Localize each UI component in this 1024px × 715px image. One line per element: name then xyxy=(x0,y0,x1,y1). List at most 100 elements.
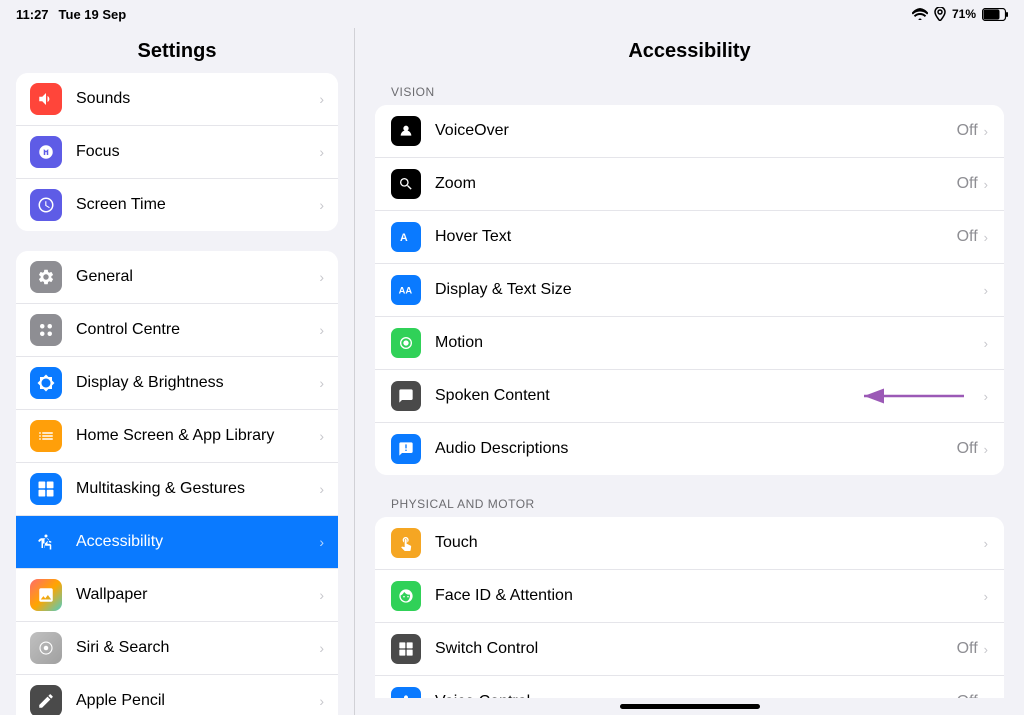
hover-text-value: Off xyxy=(957,228,978,246)
hover-text-icon: A xyxy=(391,222,421,252)
zoom-chevron: › xyxy=(984,177,988,192)
battery-percent: 71% xyxy=(952,7,976,21)
sidebar-title: Settings xyxy=(0,28,354,73)
date-display: Tue 19 Sep xyxy=(59,7,127,22)
voice-control-value: Off xyxy=(957,693,978,698)
right-scroll[interactable]: VISION VoiceOver Off › Zoom Off › xyxy=(355,71,1024,698)
physical-motor-section-label: PHYSICAL AND MOTOR xyxy=(375,483,1004,517)
voiceover-icon xyxy=(391,116,421,146)
voice-control-item[interactable]: Voice Control Off › xyxy=(375,676,1004,698)
time-display: 11:27 xyxy=(16,7,49,22)
spoken-content-chevron: › xyxy=(984,389,988,404)
settings-group-2: General › Control Centre › Display & Bri… xyxy=(16,251,338,715)
location-icon xyxy=(934,7,946,21)
sidebar-item-general[interactable]: General › xyxy=(16,251,338,304)
vision-section-label: VISION xyxy=(375,71,1004,105)
touch-label: Touch xyxy=(435,534,978,552)
wifi-icon xyxy=(912,8,928,20)
voice-control-label: Voice Control xyxy=(435,693,957,698)
voiceover-item[interactable]: VoiceOver Off › xyxy=(375,105,1004,158)
settings-group-1: Sounds › Focus › Screen Time › xyxy=(16,73,338,231)
voice-control-icon xyxy=(391,687,421,698)
control-centre-label: Control Centre xyxy=(76,321,319,339)
sidebar-item-control-centre[interactable]: Control Centre › xyxy=(16,304,338,357)
sidebar-item-focus[interactable]: Focus › xyxy=(16,126,338,179)
accessibility-icon xyxy=(30,526,62,558)
zoom-value: Off xyxy=(957,175,978,193)
audio-descriptions-item[interactable]: Audio Descriptions Off › xyxy=(375,423,1004,475)
audio-descriptions-chevron: › xyxy=(984,442,988,457)
hover-text-item[interactable]: A Hover Text Off › xyxy=(375,211,1004,264)
motion-chevron: › xyxy=(984,336,988,351)
motion-icon xyxy=(391,328,421,358)
spoken-content-item[interactable]: Spoken Content › xyxy=(375,370,1004,423)
focus-icon xyxy=(30,136,62,168)
motion-item[interactable]: Motion › xyxy=(375,317,1004,370)
touch-icon xyxy=(391,528,421,558)
main-layout: Settings Sounds › Focus › xyxy=(0,28,1024,715)
physical-motor-list-group: Touch › Face ID & Attention › xyxy=(375,517,1004,698)
touch-item[interactable]: Touch › xyxy=(375,517,1004,570)
hover-text-label: Hover Text xyxy=(435,228,957,246)
switch-control-label: Switch Control xyxy=(435,640,957,658)
svg-text:A: A xyxy=(400,232,408,244)
display-text-size-label: Display & Text Size xyxy=(435,281,978,299)
touch-chevron: › xyxy=(984,536,988,551)
sidebar-scroll[interactable]: Sounds › Focus › Screen Time › xyxy=(0,73,354,715)
sidebar-item-display-brightness[interactable]: Display & Brightness › xyxy=(16,357,338,410)
sidebar-item-screen-time[interactable]: Screen Time › xyxy=(16,179,338,231)
apple-pencil-label: Apple Pencil xyxy=(76,692,319,710)
general-chevron: › xyxy=(319,269,324,285)
display-text-size-chevron: › xyxy=(984,283,988,298)
siri-search-label: Siri & Search xyxy=(76,639,319,657)
home-indicator xyxy=(620,704,760,709)
face-id-attention-chevron: › xyxy=(984,589,988,604)
audio-descriptions-icon xyxy=(391,434,421,464)
switch-control-value: Off xyxy=(957,640,978,658)
home-screen-chevron: › xyxy=(319,428,324,444)
control-centre-chevron: › xyxy=(319,322,324,338)
screen-time-icon xyxy=(30,189,62,221)
status-bar-left: 11:27 Tue 19 Sep xyxy=(16,7,126,22)
accessibility-chevron: › xyxy=(319,534,324,550)
control-centre-icon xyxy=(30,314,62,346)
sidebar-item-sounds[interactable]: Sounds › xyxy=(16,73,338,126)
face-id-attention-item[interactable]: Face ID & Attention › xyxy=(375,570,1004,623)
right-panel: Accessibility VISION VoiceOver Off › xyxy=(355,28,1024,715)
status-bar-right: 71% xyxy=(912,7,1008,21)
sidebar-item-wallpaper[interactable]: Wallpaper › xyxy=(16,569,338,622)
sounds-label: Sounds xyxy=(76,90,319,108)
screen-time-chevron: › xyxy=(319,197,324,213)
switch-control-item[interactable]: Switch Control Off › xyxy=(375,623,1004,676)
sidebar-item-accessibility[interactable]: Accessibility › xyxy=(16,516,338,569)
apple-pencil-icon xyxy=(30,685,62,715)
status-bar: 11:27 Tue 19 Sep 71% xyxy=(0,0,1024,28)
focus-label: Focus xyxy=(76,143,319,161)
zoom-icon xyxy=(391,169,421,199)
vision-list-group: VoiceOver Off › Zoom Off › A Hove xyxy=(375,105,1004,475)
wallpaper-label: Wallpaper xyxy=(76,586,319,604)
multitasking-chevron: › xyxy=(319,481,324,497)
sounds-chevron: › xyxy=(319,91,324,107)
display-text-size-icon: AA xyxy=(391,275,421,305)
svg-text:AA: AA xyxy=(399,285,413,295)
zoom-label: Zoom xyxy=(435,175,957,193)
sidebar-item-siri-search[interactable]: Siri & Search › xyxy=(16,622,338,675)
face-id-attention-label: Face ID & Attention xyxy=(435,587,978,605)
general-icon xyxy=(30,261,62,293)
wallpaper-icon xyxy=(30,579,62,611)
sidebar-item-multitasking[interactable]: Multitasking & Gestures › xyxy=(16,463,338,516)
screen-time-label: Screen Time xyxy=(76,196,319,214)
voice-control-chevron: › xyxy=(984,695,988,699)
display-text-size-item[interactable]: AA Display & Text Size › xyxy=(375,264,1004,317)
multitasking-label: Multitasking & Gestures xyxy=(76,480,319,498)
spoken-content-label: Spoken Content xyxy=(435,387,978,405)
battery-icon xyxy=(982,8,1008,21)
sidebar-item-apple-pencil[interactable]: Apple Pencil › xyxy=(16,675,338,715)
sidebar: Settings Sounds › Focus › xyxy=(0,28,355,715)
display-brightness-label: Display & Brightness xyxy=(76,374,319,392)
zoom-item[interactable]: Zoom Off › xyxy=(375,158,1004,211)
sidebar-item-home-screen[interactable]: Home Screen & App Library › xyxy=(16,410,338,463)
switch-control-icon xyxy=(391,634,421,664)
home-screen-icon xyxy=(30,420,62,452)
